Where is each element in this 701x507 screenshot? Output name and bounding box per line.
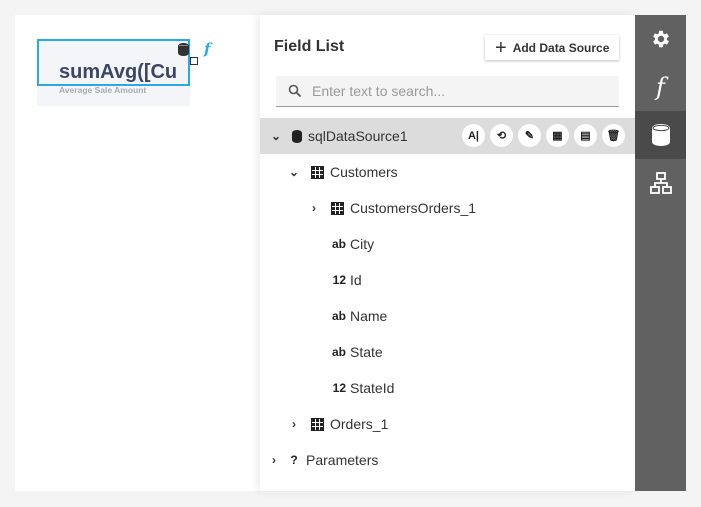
table-icon (311, 165, 324, 179)
chevron-down-icon[interactable]: ⌄ (288, 165, 300, 179)
report-item-caption: Average Sale Amount (59, 85, 147, 95)
tree-node-table[interactable]: › Orders_1 (260, 406, 635, 442)
chevron-right-icon[interactable]: › (268, 453, 280, 467)
chevron-right-icon[interactable]: › (308, 201, 320, 215)
chevron-down-icon[interactable]: ⌄ (270, 129, 282, 143)
tree-node-field[interactable]: ab City (260, 226, 635, 262)
tree-node-field[interactable]: 12 StateId (260, 370, 635, 406)
node-label: Customers (330, 164, 398, 180)
node-label: sqlDataSource1 (308, 128, 408, 144)
remove-button[interactable]: 🗑 (602, 124, 625, 147)
properties-tab[interactable] (635, 15, 686, 63)
right-sidebar: f (635, 15, 686, 491)
table-icon (311, 417, 324, 431)
question-icon: ? (290, 453, 298, 467)
tree-node-table[interactable]: › CustomersOrders_1 (260, 190, 635, 226)
string-type-icon: ab (331, 309, 346, 323)
database-icon (292, 129, 302, 143)
tree-node-datasource[interactable]: ⌄ sqlDataSource1 A| ⟲ ✎ ▦ ▤ 🗑 (260, 118, 635, 154)
panel-title: Field List (274, 38, 345, 55)
node-actions: A| ⟲ ✎ ▦ ▤ 🗑 (462, 124, 625, 147)
resize-handle[interactable] (190, 57, 198, 65)
rename-button[interactable]: A| (462, 124, 485, 147)
field-list-panel: Field List + Add Data Source ⌄ sqlDataSo… (260, 15, 635, 491)
search-box[interactable] (276, 76, 619, 107)
tree-node-field[interactable]: 12 Id (260, 262, 635, 298)
expressions-tab[interactable]: f (635, 63, 686, 111)
string-type-icon: ab (331, 345, 346, 359)
node-label: City (350, 236, 375, 252)
field-list-tab[interactable] (635, 111, 686, 159)
hierarchy-icon (649, 172, 672, 194)
gear-icon (652, 30, 669, 48)
database-icon (651, 124, 670, 146)
node-label: Orders_1 (330, 416, 389, 432)
table-icon (331, 201, 344, 215)
node-label: Parameters (306, 452, 379, 468)
add-query-button[interactable]: ▦ (546, 124, 569, 147)
database-icon (178, 43, 189, 56)
function-icon: f (656, 73, 665, 101)
tree-node-table[interactable]: ⌄ Customers (260, 154, 635, 190)
tree-node-field[interactable]: ab State (260, 334, 635, 370)
tree-node-field[interactable]: ab Name (260, 298, 635, 334)
edit-button[interactable]: ✎ (518, 124, 541, 147)
report-explorer-tab[interactable] (635, 159, 686, 207)
plus-icon: + (495, 36, 507, 59)
number-type-icon: 12 (332, 273, 346, 287)
report-textbox[interactable]: sumAvg([Cu Average Sale Amount (37, 39, 190, 106)
chevron-right-icon[interactable]: › (288, 417, 300, 431)
number-type-icon: 12 (332, 381, 346, 395)
rebuild-schema-button[interactable]: ⟲ (490, 124, 513, 147)
expression-icon[interactable]: f (204, 40, 210, 58)
string-type-icon: ab (331, 237, 346, 251)
add-calculated-field-button[interactable]: ▤ (574, 124, 597, 147)
field-tree: ⌄ sqlDataSource1 A| ⟲ ✎ ▦ ▤ 🗑 ⌄ Customer… (260, 118, 635, 478)
node-label: Id (350, 272, 362, 288)
report-item-expression: sumAvg([Cu (59, 61, 178, 83)
node-label: StateId (350, 380, 395, 396)
node-label: State (350, 344, 383, 360)
add-data-source-button[interactable]: + Add Data Source (485, 35, 619, 60)
node-label: Name (350, 308, 388, 324)
add-data-source-label: Add Data Source (512, 40, 610, 55)
tree-node-parameters[interactable]: › ? Parameters (260, 442, 635, 478)
node-label: CustomersOrders_1 (350, 200, 477, 216)
search-input[interactable] (310, 82, 604, 100)
search-icon (288, 84, 302, 98)
